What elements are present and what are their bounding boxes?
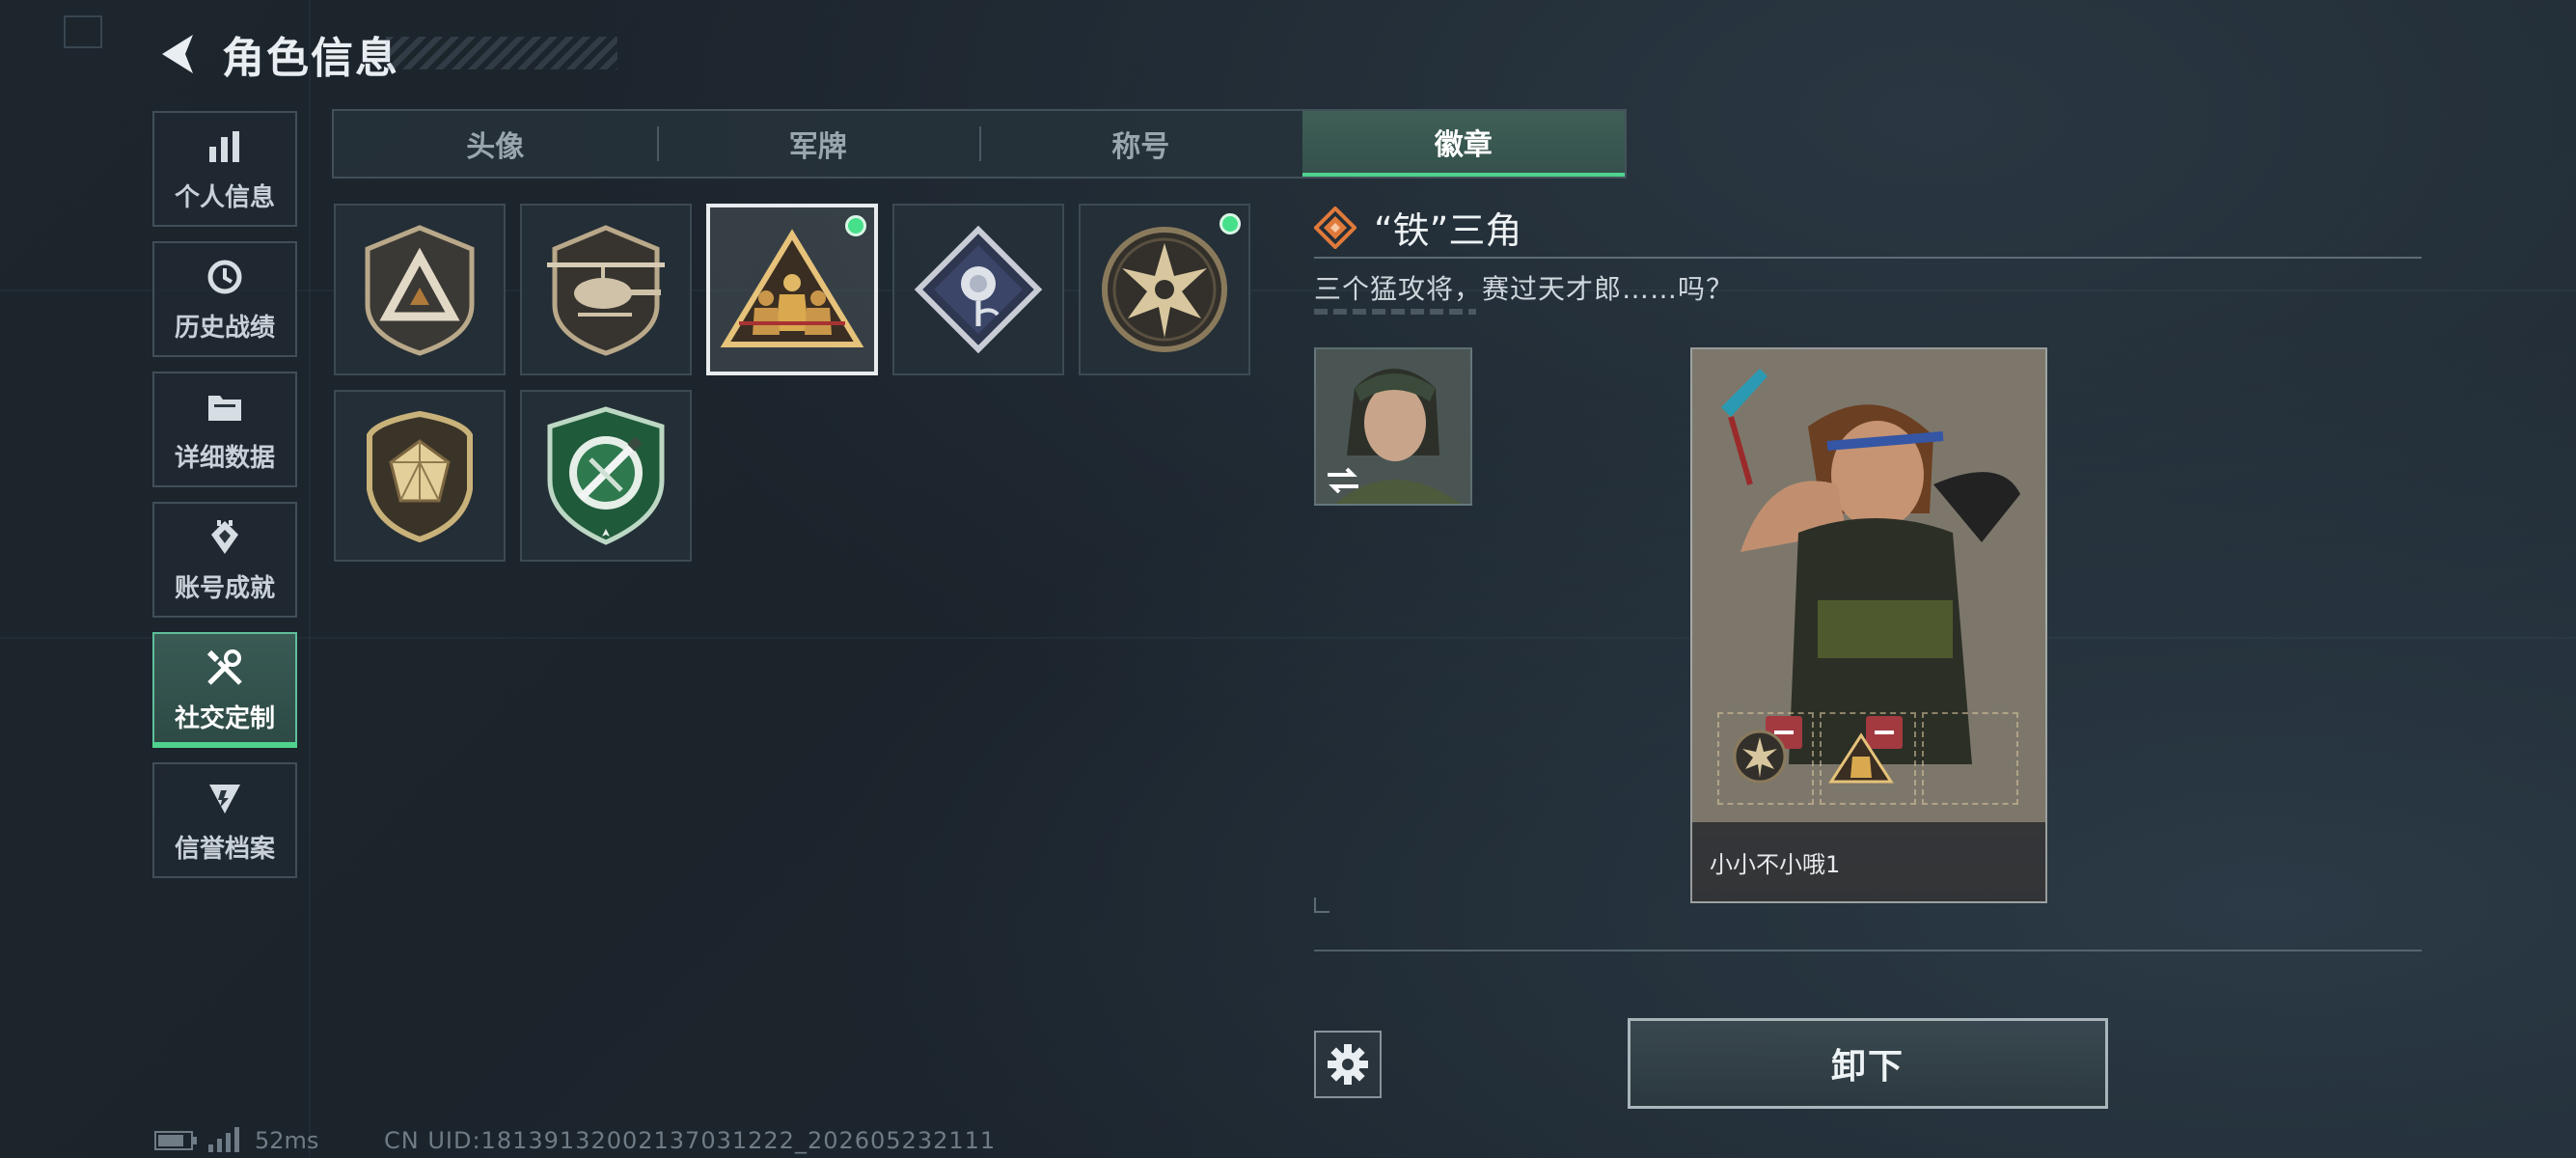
- detail-divider: [1314, 257, 2422, 259]
- back-arrow-icon: [162, 35, 193, 73]
- sidebar-item-label: 个人信息: [174, 182, 275, 212]
- unequip-button[interactable]: 卸下: [1628, 1018, 2108, 1109]
- tab-title[interactable]: 称号: [979, 111, 1302, 177]
- badge-detail-header: “铁”三角: [1314, 201, 1521, 254]
- equipped-triangle-badge-icon: [1828, 732, 1894, 784]
- equipped-star-badge-icon: [1733, 730, 1787, 784]
- delta-shield-badge-icon: [365, 225, 475, 356]
- sidebar-item-detail-data[interactable]: 详细数据: [152, 372, 297, 487]
- achievement-icon: [204, 516, 246, 559]
- back-button[interactable]: [154, 29, 201, 79]
- helicopter-badge-icon: [547, 225, 665, 356]
- squad-triangle-badge-icon: [720, 229, 864, 347]
- sidebar-item-label: 信誉档案: [174, 834, 275, 864]
- equipped-indicator-icon: [845, 215, 866, 236]
- frame-corner-decoration: [1314, 897, 1329, 913]
- detail-bottom-divider: [1314, 950, 2422, 951]
- tab-badge[interactable]: 徽章: [1302, 111, 1625, 177]
- sidebar-item-label: 详细数据: [174, 443, 275, 473]
- tab-bar: 头像 军牌 称号 徽章: [332, 109, 1627, 179]
- user-uid: CN UID:1813913200213703122​2_20260523211…: [384, 1127, 997, 1154]
- sidebar-item-achievements[interactable]: 账号成就: [152, 502, 297, 618]
- badge-cell[interactable]: [334, 390, 506, 562]
- bg-grid-line: [309, 0, 311, 1158]
- sidebar-item-personal-info[interactable]: 个人信息: [152, 111, 297, 227]
- badge-preview-card: 小小不小哦1: [1690, 347, 2047, 903]
- sidebar: 个人信息 历史战绩 详细数据 账号成就 社交定制 信誉档案: [152, 111, 301, 893]
- badge-slot-3[interactable]: [1922, 712, 2018, 805]
- sidebar-item-social-custom[interactable]: 社交定制: [152, 632, 297, 748]
- sidebar-item-label: 历史战绩: [174, 313, 275, 343]
- badge-name: “铁”三角: [1374, 209, 1522, 252]
- title-stripe-decoration: [386, 37, 617, 69]
- history-clock-icon: [204, 256, 246, 298]
- green-crossed-knives-badge-icon: [547, 406, 665, 545]
- bg-corner-mark: [64, 15, 102, 48]
- tools-icon: [204, 647, 246, 689]
- page-title: 角色信息: [222, 34, 399, 83]
- equipped-indicator-icon: [1219, 213, 1241, 234]
- sidebar-item-history[interactable]: 历史战绩: [152, 241, 297, 357]
- page-header: 角色信息: [154, 27, 399, 83]
- swap-icon: [1328, 467, 1358, 494]
- badge-cell[interactable]: [892, 204, 1064, 375]
- sidebar-item-label: 社交定制: [174, 703, 275, 733]
- signal-icon: [208, 1127, 239, 1152]
- gear-icon: [1328, 1044, 1368, 1085]
- bg-grid-line: [0, 637, 2576, 639]
- reputation-icon: [204, 777, 246, 819]
- badge-cell[interactable]: [520, 204, 692, 375]
- ping-value: 52ms: [255, 1127, 319, 1154]
- badge-cell-selected[interactable]: [706, 204, 878, 375]
- badge-cell[interactable]: [334, 204, 506, 375]
- badge-cell[interactable]: [520, 390, 692, 562]
- rose-diamond-badge-icon: [914, 225, 1043, 354]
- status-bar: 52ms: [154, 1127, 318, 1154]
- gem-shield-badge-icon: [367, 410, 473, 543]
- sidebar-item-reputation[interactable]: 信誉档案: [152, 762, 297, 878]
- folder-icon: [204, 386, 246, 428]
- star-circle-badge-icon: [1102, 227, 1227, 352]
- bar-chart-icon: [204, 125, 246, 168]
- detail-dash-decoration: [1314, 309, 1476, 315]
- settings-button[interactable]: [1314, 1031, 1382, 1098]
- badge-description: 三个猛攻将，赛过天才郎……吗？: [1314, 273, 1735, 305]
- badge-cell[interactable]: [1079, 204, 1250, 375]
- operator-avatar-switch[interactable]: [1314, 347, 1472, 506]
- tab-dog-tag[interactable]: 军牌: [656, 111, 980, 177]
- rarity-diamond-icon: [1314, 206, 1357, 249]
- player-name: 小小不小哦1: [1692, 822, 2045, 901]
- tab-avatar[interactable]: 头像: [334, 111, 657, 177]
- sidebar-item-label: 账号成就: [174, 573, 275, 603]
- battery-icon: [154, 1131, 197, 1150]
